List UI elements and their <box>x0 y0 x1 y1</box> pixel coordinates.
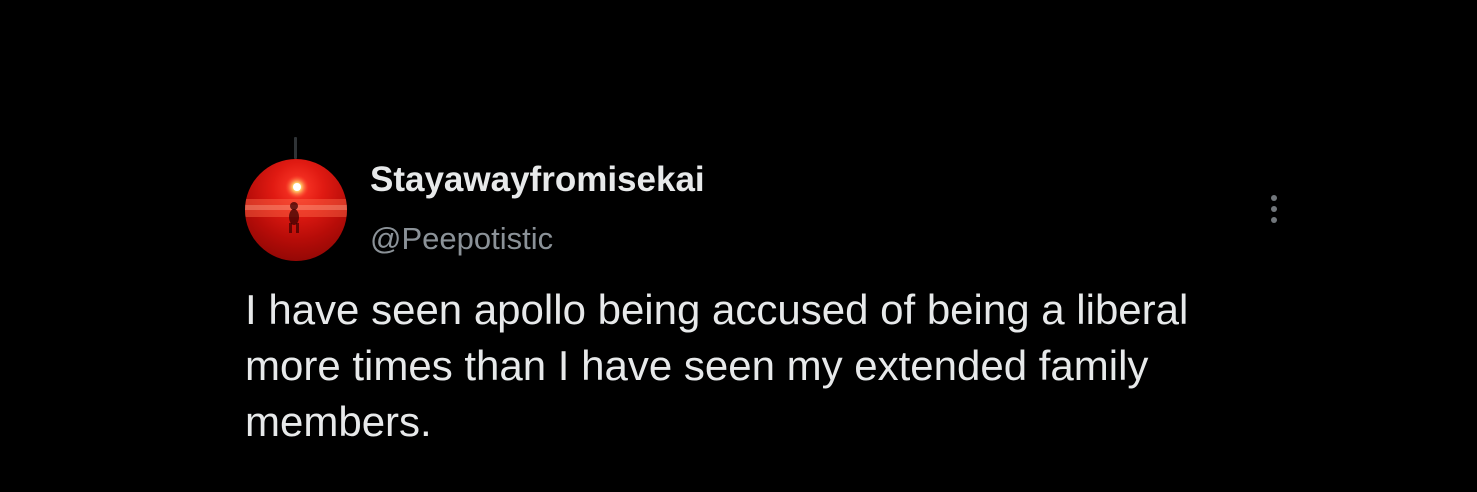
more-dot <box>1271 195 1277 201</box>
tweet-text: I have seen apollo being accused of bein… <box>245 286 1189 445</box>
more-dot <box>1271 206 1277 212</box>
user-handle[interactable]: @Peepotistic <box>370 221 553 257</box>
avatar[interactable] <box>245 159 347 261</box>
display-name[interactable]: Stayawayfromisekai <box>370 160 705 200</box>
more-vertical-icon[interactable] <box>1258 187 1290 231</box>
thread-connector-line <box>294 137 297 159</box>
more-dot <box>1271 217 1277 223</box>
avatar-image <box>245 175 347 233</box>
